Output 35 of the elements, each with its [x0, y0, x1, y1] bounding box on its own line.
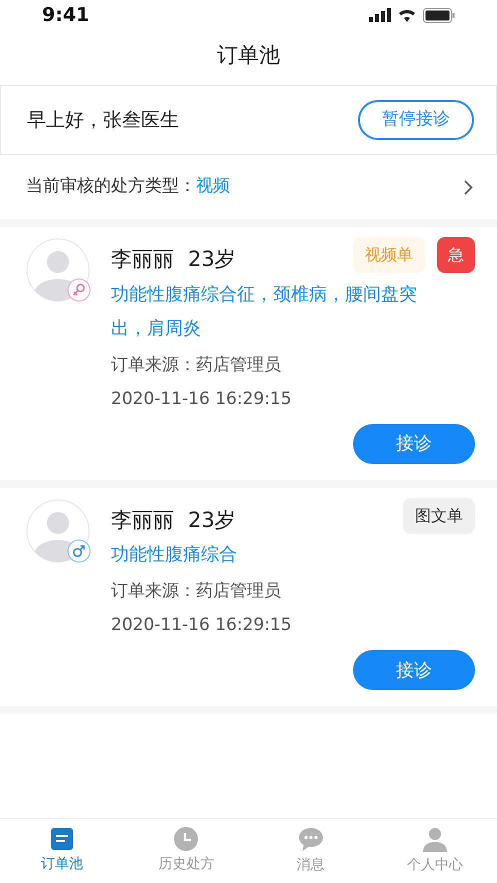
patient-name: 李丽丽 — [111, 246, 174, 273]
order-time: 2020-11-16 16:29:15 — [111, 388, 293, 410]
diagnosis-text: 功能性腹痛综合征，颈椎病，腰间盘突出，肩周炎 — [111, 282, 418, 340]
order-time: 2020-11-16 16:29:15 — [111, 614, 293, 637]
person-icon — [422, 826, 447, 852]
tab[interactable]: 个人中心 — [372, 819, 497, 883]
chat-bubble-icon — [298, 826, 324, 852]
tab[interactable]: 订单池 — [0, 819, 124, 883]
greeting-text: 早上好，张叁医生 — [27, 108, 179, 133]
order-source: 订单来源：药店管理员 — [111, 580, 282, 603]
accept-button[interactable]: 接诊 — [353, 424, 475, 464]
pause-button[interactable]: 暂停接诊 — [358, 100, 474, 140]
order-type-badge: 图文单 — [403, 498, 475, 534]
wifi-icon — [397, 8, 417, 22]
accept-button[interactable]: 接诊 — [353, 650, 475, 690]
clock-icon — [174, 827, 198, 851]
review-type-text: 当前审核的处方类型：视频 — [26, 175, 230, 198]
patient-name: 李丽丽 — [111, 506, 174, 534]
diagnosis-text: 功能性腹痛综合 — [111, 543, 238, 567]
tab[interactable]: 历史处方 — [124, 819, 248, 883]
female-icon — [67, 278, 91, 302]
order-source: 订单来源：药店管理员 — [111, 354, 282, 376]
male-icon — [67, 538, 91, 562]
patient-age: 23岁 — [188, 246, 236, 273]
order-type-badge: 视频单 — [353, 237, 425, 273]
tab[interactable]: 消息 — [248, 819, 373, 883]
chevron-right-icon — [464, 180, 473, 194]
signal-icon — [369, 8, 391, 22]
patient-age: 23岁 — [188, 506, 236, 534]
review-type-row[interactable]: 当前审核的处方类型：视频 — [0, 155, 497, 219]
battery-icon — [423, 8, 455, 22]
page-title: 订单池 — [217, 42, 280, 70]
status-time: 9:41 — [42, 2, 90, 28]
urgent-badge: 急 — [437, 237, 475, 273]
list-icon — [50, 827, 74, 851]
